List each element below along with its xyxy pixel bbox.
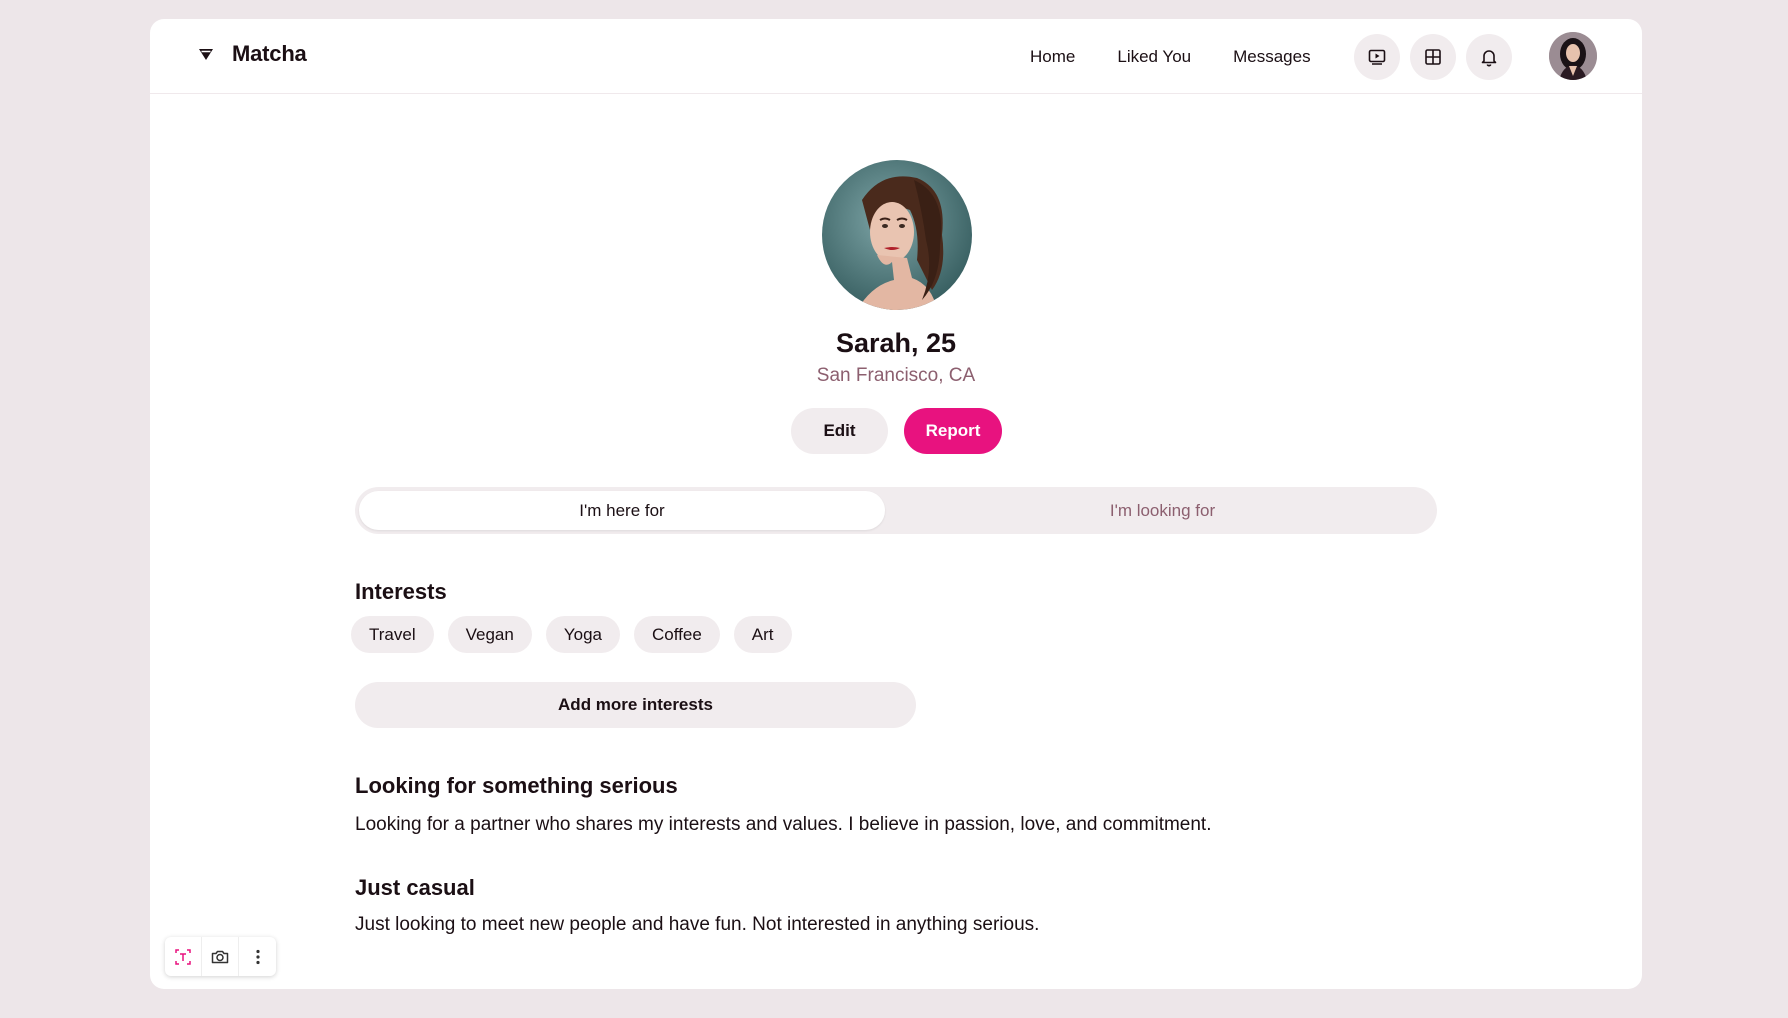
notifications-button[interactable] xyxy=(1466,34,1512,80)
diamond-logo-icon xyxy=(199,49,213,60)
brand[interactable]: Matcha xyxy=(196,41,307,67)
brand-name: Matcha xyxy=(232,41,307,66)
text-select-icon xyxy=(175,948,191,965)
interest-chips: Travel Vegan Yoga Coffee Art xyxy=(351,616,792,653)
more-button[interactable] xyxy=(239,937,276,976)
camera-button[interactable] xyxy=(202,937,239,976)
grid-button[interactable] xyxy=(1410,34,1456,80)
profile-tabs: I'm here for I'm looking for xyxy=(355,487,1437,534)
interest-chip[interactable]: Art xyxy=(733,616,792,653)
video-play-icon xyxy=(1368,49,1386,65)
report-button[interactable]: Report xyxy=(904,408,1002,454)
nav-messages-link[interactable]: Messages xyxy=(1233,47,1310,67)
interest-chip[interactable]: Coffee xyxy=(634,616,720,653)
bell-icon xyxy=(1481,50,1497,67)
interest-chip[interactable]: Travel xyxy=(351,616,434,653)
video-button[interactable] xyxy=(1354,34,1400,80)
edit-button[interactable]: Edit xyxy=(791,408,888,454)
text-select-button[interactable] xyxy=(165,937,202,976)
grid-icon xyxy=(1425,49,1441,65)
nav-home-link[interactable]: Home xyxy=(1030,47,1075,67)
section-text: Looking for a partner who shares my inte… xyxy=(355,814,1212,835)
top-nav-bar: Matcha Home Liked You Messages xyxy=(150,19,1642,94)
section-title: Just casual xyxy=(355,875,475,900)
camera-icon xyxy=(211,950,229,963)
user-avatar[interactable] xyxy=(1549,32,1597,80)
profile-photo xyxy=(822,160,972,310)
add-interests-button[interactable]: Add more interests xyxy=(355,682,916,728)
tab-im-looking-for[interactable]: I'm looking for xyxy=(892,491,1433,530)
profile-name: Sarah, 25 xyxy=(835,328,957,358)
interest-chip[interactable]: Yoga xyxy=(545,616,620,653)
profile-location: San Francisco, CA xyxy=(816,365,976,386)
floating-toolbar xyxy=(165,937,276,976)
tab-im-here-for[interactable]: I'm here for xyxy=(359,491,885,530)
main-nav: Home Liked You Messages xyxy=(1030,19,1353,94)
app-window: Matcha Home Liked You Messages Sarah, 25… xyxy=(150,19,1642,989)
nav-liked-you-link[interactable]: Liked You xyxy=(1117,47,1191,67)
interests-title: Interests xyxy=(355,579,447,604)
section-title: Looking for something serious xyxy=(355,773,678,798)
more-vertical-icon xyxy=(255,949,260,964)
section-text: Just looking to meet new people and have… xyxy=(355,914,1040,935)
interest-chip[interactable]: Vegan xyxy=(447,616,532,653)
